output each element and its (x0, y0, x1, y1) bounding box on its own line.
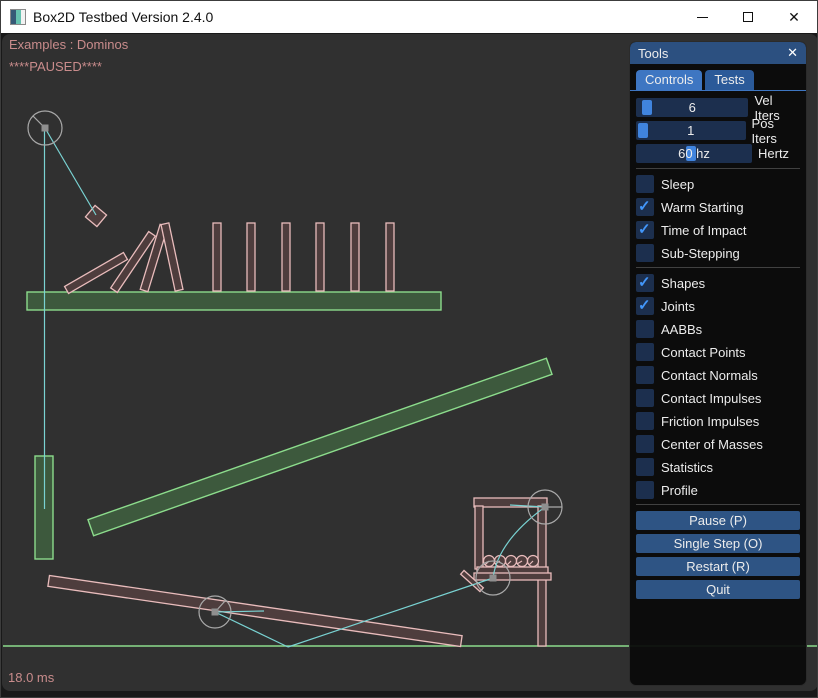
domino-tilting (161, 223, 183, 291)
minimize-icon (697, 17, 708, 18)
client-area: Examples : Dominos ****PAUSED**** 18.0 m… (1, 33, 818, 698)
domino-standing (316, 223, 324, 291)
checkbox-profile[interactable]: ✓ Profile (636, 481, 800, 499)
quit-button[interactable]: Quit (636, 580, 800, 599)
domino-standing (282, 223, 290, 291)
close-button[interactable]: ✕ (771, 1, 817, 33)
checkbox-friction-impulses[interactable]: ✓ Friction Impulses (636, 412, 800, 430)
hertz-slider[interactable]: 60 hz (636, 144, 752, 163)
vel-iters-slider[interactable]: 6 (636, 98, 748, 117)
frame-shelf-bottom (474, 573, 551, 580)
pause-button[interactable]: Pause (P) (636, 511, 800, 530)
titlebar[interactable]: Box2D Testbed Version 2.4.0 ✕ (1, 1, 817, 33)
tools-panel-header[interactable]: Tools ✕ (630, 42, 806, 64)
joint-anchor-square (542, 504, 549, 511)
joint-anchor-square (42, 125, 49, 132)
joint-anchor-square (212, 609, 219, 616)
pos-iters-label: Pos Iters (752, 116, 800, 146)
checkbox-aabbs[interactable]: ✓ AABBs (636, 320, 800, 338)
tab-bar: Controls Tests (636, 70, 800, 90)
checkbox-sub-stepping[interactable]: ✓ Sub-Stepping (636, 244, 800, 262)
checkbox-warm-starting[interactable]: ✓ Warm Starting (636, 198, 800, 216)
joint-anchor-square (490, 575, 497, 582)
single-step-button[interactable]: Single Step (O) (636, 534, 800, 553)
app-icon (10, 9, 26, 25)
tab-controls[interactable]: Controls (636, 70, 702, 90)
checkbox-joints[interactable]: ✓ Joints (636, 297, 800, 315)
joint-pendulum (45, 128, 96, 215)
checkbox-sleep[interactable]: ✓ Sleep (636, 175, 800, 193)
pos-iters-value: 1 (636, 121, 746, 140)
example-label: Examples : Dominos (9, 37, 128, 52)
check-icon: ✓ (638, 197, 651, 215)
tab-underline (630, 90, 806, 91)
frame-time-label: 18.0 ms (8, 670, 54, 685)
platform-shelf (27, 292, 441, 310)
checkbox-contact-points[interactable]: ✓ Contact Points (636, 343, 800, 361)
tab-tests[interactable]: Tests (705, 70, 753, 90)
checkbox-statistics[interactable]: ✓ Statistics (636, 458, 800, 476)
minimize-button[interactable] (679, 1, 725, 33)
checkbox-contact-normals[interactable]: ✓ Contact Normals (636, 366, 800, 384)
checkbox-center-of-masses[interactable]: ✓ Center of Masses (636, 435, 800, 453)
checkbox-time-of-impact[interactable]: ✓ Time of Impact (636, 221, 800, 239)
separator (636, 267, 800, 268)
restart-button[interactable]: Restart (R) (636, 557, 800, 576)
domino-standing (351, 223, 359, 291)
domino-standing (213, 223, 221, 291)
checkbox-shapes[interactable]: ✓ Shapes (636, 274, 800, 292)
panel-close-icon[interactable]: ✕ (787, 45, 798, 61)
paused-label: ****PAUSED**** (9, 59, 102, 74)
pos-iters-slider[interactable]: 1 (636, 121, 746, 140)
frame-left-post (475, 506, 483, 569)
vel-iters-value: 6 (636, 98, 748, 117)
window-title: Box2D Testbed Version 2.4.0 (33, 1, 213, 33)
check-icon: ✓ (638, 220, 651, 238)
hertz-label: Hertz (758, 146, 789, 161)
tools-panel: Tools ✕ Controls Tests 6 Vel Iters (629, 41, 807, 686)
close-icon: ✕ (788, 9, 800, 26)
check-icon: ✓ (638, 296, 651, 314)
domino-standing (386, 223, 394, 291)
tools-panel-title: Tools (638, 46, 787, 61)
hertz-value: 60 hz (636, 144, 752, 163)
check-icon: ✓ (638, 273, 651, 291)
maximize-icon (743, 12, 753, 22)
maximize-button[interactable] (725, 1, 771, 33)
app-window: Box2D Testbed Version 2.4.0 ✕ (0, 0, 818, 698)
pendulum-bob (85, 205, 106, 226)
separator (636, 504, 800, 505)
domino-standing (247, 223, 255, 291)
frame-top-bar (474, 498, 547, 507)
checkbox-contact-impulses[interactable]: ✓ Contact Impulses (636, 389, 800, 407)
separator (636, 168, 800, 169)
